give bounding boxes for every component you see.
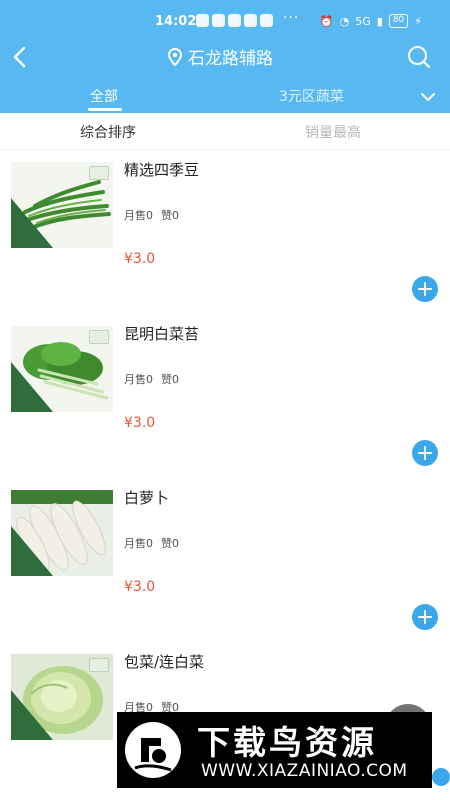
chevron-down-icon: [421, 93, 435, 101]
notification-app-icon: [244, 14, 257, 27]
status-bar: 14:02 ··· ⏰ ◔ 5G ▮ 80 ⚡: [0, 10, 450, 34]
add-to-cart-button[interactable]: [412, 440, 438, 466]
product-name: 白萝卜: [124, 489, 170, 507]
more-notifications-dots: ···: [283, 10, 300, 26]
add-to-cart-button[interactable]: [432, 768, 450, 786]
back-button[interactable]: [8, 43, 34, 71]
product-list: 精选四季豆 月售0 赞0 ¥3.0 昆明白菜苔 月售0 赞0 ¥3.0 白萝卜 …: [0, 150, 450, 800]
expand-tabs-button[interactable]: [420, 88, 436, 101]
add-to-cart-button[interactable]: [412, 604, 438, 630]
monthly-sales: 月售0: [124, 537, 153, 550]
watermark-banner: 下载鸟资源 WWW.XIAZAINIAO.COM: [117, 712, 432, 788]
search-icon: [408, 46, 430, 68]
signal-label: 5G: [355, 14, 371, 28]
notification-app-icon: [228, 14, 241, 27]
sort-bar: 综合排序 销量最高: [0, 113, 450, 150]
product-price: ¥3.0: [124, 579, 156, 595]
product-image-white-radish: [11, 490, 113, 576]
status-time: 14:02: [155, 14, 197, 29]
app-screen: 14:02 ··· ⏰ ◔ 5G ▮ 80 ⚡ 石龙路辅路 全部 3元区蔬菜 综…: [0, 0, 450, 800]
green-corner-decoration: [11, 362, 53, 412]
product-image-bok-choy: [11, 326, 113, 412]
brand-badge-icon: [89, 658, 109, 672]
product-item[interactable]: 白萝卜 月售0 赞0 ¥3.0: [0, 478, 450, 642]
product-price: ¥3.0: [124, 251, 156, 267]
top-header: 14:02 ··· ⏰ ◔ 5G ▮ 80 ⚡ 石龙路辅路 全部 3元区蔬菜: [0, 0, 450, 113]
status-app-icons: [196, 14, 273, 27]
likes-count: 赞0: [161, 537, 179, 550]
bird-logo-icon: [125, 722, 181, 778]
charging-icon: ⚡: [414, 14, 422, 28]
category-tabs: 全部 3元区蔬菜: [0, 82, 450, 113]
watermark-title: 下载鸟资源: [197, 723, 377, 762]
product-name: 包菜/连白菜: [124, 653, 205, 671]
product-stats: 月售0 赞0: [124, 535, 179, 551]
product-price: ¥3.0: [124, 415, 156, 431]
tab-all[interactable]: 全部: [90, 86, 118, 106]
notification-app-icon: [260, 14, 273, 27]
search-button[interactable]: [406, 44, 432, 70]
monthly-sales: 月售0: [124, 373, 153, 386]
likes-count: 赞0: [161, 209, 179, 222]
sort-by-sales[interactable]: 销量最高: [305, 122, 361, 142]
battery-icon: 80: [388, 14, 409, 28]
wifi-icon: ◔: [339, 14, 350, 28]
location-text: 石龙路辅路: [188, 49, 273, 69]
product-image-cabbage: [11, 654, 113, 740]
brand-badge-icon: [89, 330, 109, 344]
signal-bars-icon: ▮: [376, 14, 383, 28]
tab-3yuan-vegetables[interactable]: 3元区蔬菜: [279, 86, 344, 106]
nav-row: 石龙路辅路: [0, 40, 450, 74]
green-corner-decoration: [11, 198, 53, 248]
product-image-green-beans: [11, 162, 113, 248]
product-name: 昆明白菜苔: [124, 325, 200, 343]
green-corner-decoration: [11, 690, 53, 740]
location-selector[interactable]: 石龙路辅路: [168, 44, 273, 69]
likes-count: 赞0: [161, 373, 179, 386]
watermark-url: WWW.XIAZAINIAO.COM: [201, 761, 408, 781]
notification-app-icon: [212, 14, 225, 27]
alarm-icon: ⏰: [319, 14, 334, 28]
product-stats: 月售0 赞0: [124, 207, 179, 223]
green-corner-decoration: [11, 526, 53, 576]
brand-badge-icon: [89, 166, 109, 180]
product-stats: 月售0 赞0: [124, 371, 179, 387]
product-name: 精选四季豆: [124, 161, 200, 179]
back-arrow-icon: [13, 46, 26, 68]
status-right: ⏰ ◔ 5G ▮ 80 ⚡: [320, 14, 422, 28]
monthly-sales: 月售0: [124, 209, 153, 222]
product-item[interactable]: 精选四季豆 月售0 赞0 ¥3.0: [0, 150, 450, 314]
sort-composite[interactable]: 综合排序: [80, 122, 136, 142]
active-tab-indicator: [88, 108, 122, 111]
notification-app-icon: [196, 14, 209, 27]
product-item[interactable]: 昆明白菜苔 月售0 赞0 ¥3.0: [0, 314, 450, 478]
add-to-cart-button[interactable]: [412, 276, 438, 302]
location-pin-icon: [168, 47, 182, 66]
